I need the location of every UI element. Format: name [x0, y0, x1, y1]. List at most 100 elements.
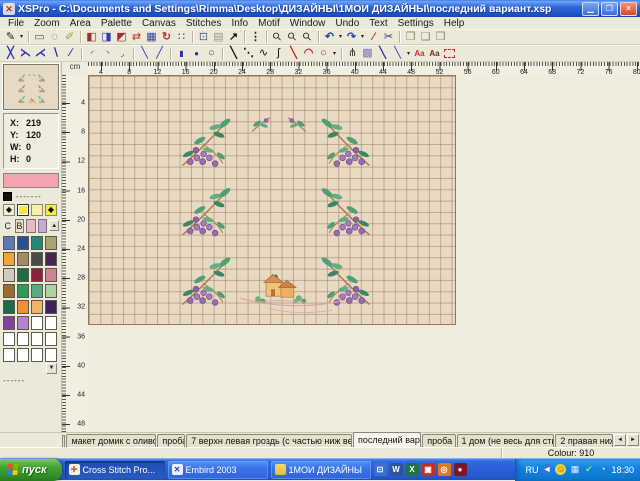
- vertical-stitch-button[interactable]: ▮: [174, 47, 189, 61]
- excel-icon[interactable]: X: [406, 463, 419, 476]
- palette-swatch-28[interactable]: [3, 348, 15, 362]
- palette-swatch-14[interactable]: [31, 284, 43, 298]
- three-quarter-stitch-1-button[interactable]: ⋋: [18, 47, 33, 61]
- menu-file[interactable]: File: [3, 18, 29, 29]
- paste-chart-button[interactable]: ❒: [433, 30, 448, 44]
- tab-3[interactable]: последний вариант: [353, 432, 421, 447]
- crop-motif-button[interactable]: ◩: [114, 30, 129, 44]
- color-mode-1[interactable]: B: [15, 219, 25, 233]
- pencil-dropdown-button[interactable]: ▾: [18, 30, 25, 44]
- current-color-swatch[interactable]: [3, 173, 59, 188]
- palette-swatch-31[interactable]: [45, 348, 57, 362]
- display-mode-button[interactable]: ⊡: [196, 30, 211, 44]
- palette-swatch-6[interactable]: [31, 252, 43, 266]
- palette-swatch-23[interactable]: [45, 316, 57, 330]
- color-mode-0[interactable]: C: [3, 219, 13, 233]
- french-knot-button[interactable]: ●: [189, 47, 204, 61]
- palette-swatch-20[interactable]: [3, 316, 15, 330]
- palette-swatch-9[interactable]: [17, 268, 29, 282]
- task-button-2[interactable]: 1МОИ ДИЗАЙНЫ: [271, 461, 371, 479]
- menu-info[interactable]: Info: [226, 18, 253, 29]
- update-tray-icon[interactable]: ◔: [597, 464, 608, 475]
- quarter-stitch-2-button[interactable]: ◝: [100, 47, 115, 61]
- gobelin-back-button[interactable]: ╲: [137, 47, 152, 61]
- palette-swatch-1[interactable]: [17, 236, 29, 250]
- language-indicator[interactable]: RU: [525, 465, 538, 475]
- menu-canvas[interactable]: Canvas: [137, 18, 181, 29]
- palette-swatch-25[interactable]: [17, 332, 29, 346]
- task-button-0[interactable]: ✛Cross Stitch Pro...: [65, 461, 165, 479]
- special-dropdown-button[interactable]: ▾: [405, 47, 412, 61]
- app-maroon-icon[interactable]: ●: [454, 463, 467, 476]
- half-stitch-back-button[interactable]: ∖: [48, 47, 63, 61]
- delete-stitches-button[interactable]: ✂: [381, 30, 396, 44]
- menu-area[interactable]: Area: [65, 18, 96, 29]
- palette-swatch-8[interactable]: [3, 268, 15, 282]
- fabric-style-0[interactable]: ◆: [3, 204, 15, 216]
- palette-swatch-29[interactable]: [17, 348, 29, 362]
- picture-import-button[interactable]: ▩: [360, 47, 375, 61]
- select-freehand-button[interactable]: ✐: [62, 30, 77, 44]
- palette-swatch-3[interactable]: [45, 236, 57, 250]
- start-button[interactable]: пуск: [0, 459, 62, 481]
- knot-tool-button[interactable]: ⋔: [345, 47, 360, 61]
- palette-swatch-16[interactable]: [3, 300, 15, 314]
- quarter-stitch-1-button[interactable]: ◜: [85, 47, 100, 61]
- select-stitch-area-button[interactable]: [442, 47, 457, 61]
- pencil-tool-button[interactable]: ✎: [3, 30, 18, 44]
- palette-scroll-down-icon[interactable]: ▼: [46, 363, 57, 374]
- menu-undo[interactable]: Undo: [330, 18, 364, 29]
- palette-swatch-15[interactable]: [45, 284, 57, 298]
- bead-button[interactable]: ○: [204, 47, 219, 61]
- show-desktop-icon[interactable]: ⊡: [374, 463, 387, 476]
- volume-tray-icon[interactable]: ▦: [569, 464, 580, 475]
- back-arrow-tray-icon[interactable]: ◄: [541, 464, 552, 475]
- palette-swatch-11[interactable]: [45, 268, 57, 282]
- curve-dropdown-button[interactable]: ▾: [331, 47, 338, 61]
- flip-vertical-button[interactable]: ◨: [99, 30, 114, 44]
- select-lasso-button[interactable]: ◌: [47, 30, 62, 44]
- palette-swatch-26[interactable]: [31, 332, 43, 346]
- backstitch-line-button[interactable]: ╲: [226, 47, 241, 61]
- messenger-tray-icon[interactable]: ☺: [555, 464, 566, 475]
- copy-chart-button[interactable]: ❐: [403, 30, 418, 44]
- palette-swatch-2[interactable]: [31, 236, 43, 250]
- curve-red-button[interactable]: ◠: [301, 47, 316, 61]
- full-cross-stitch-button[interactable]: ╳: [3, 47, 18, 61]
- menu-stitches[interactable]: Stitches: [181, 18, 227, 29]
- fabric-style-3[interactable]: ◆: [45, 204, 57, 216]
- design-preview[interactable]: [3, 64, 59, 110]
- palette-swatch-0[interactable]: [3, 236, 15, 250]
- tab-4[interactable]: проба 2: [422, 434, 455, 447]
- minimize-button[interactable]: ▁: [582, 2, 599, 16]
- tab-1[interactable]: проба: [157, 434, 185, 447]
- transform-motif-button[interactable]: ▦: [144, 30, 159, 44]
- flip-horizontal-button[interactable]: ◧: [84, 30, 99, 44]
- quarter-stitch-3-button[interactable]: ◞: [115, 47, 130, 61]
- rotate-motif-button[interactable]: ↻: [159, 30, 174, 44]
- backstitch-poly-button[interactable]: ⋱: [241, 47, 256, 61]
- redo-dropdown-button[interactable]: ▾: [359, 30, 366, 44]
- chart-info-button[interactable]: ❏: [418, 30, 433, 44]
- palette-swatch-24[interactable]: [3, 332, 15, 346]
- longstitch-red-button[interactable]: ╲: [286, 47, 301, 61]
- menu-motif[interactable]: Motif: [253, 18, 285, 29]
- redo-button[interactable]: ↷: [344, 30, 359, 44]
- task-button-1[interactable]: ✕Embird 2003: [168, 461, 268, 479]
- black-color-swatch[interactable]: [3, 192, 12, 201]
- word-icon[interactable]: W: [390, 463, 403, 476]
- menu-settings[interactable]: Settings: [393, 18, 439, 29]
- antivirus-tray-icon[interactable]: ✔: [583, 464, 594, 475]
- palette-swatch-21[interactable]: [17, 316, 29, 330]
- palette-swatch-10[interactable]: [31, 268, 43, 282]
- palette-swatch-19[interactable]: [45, 300, 57, 314]
- fabric-style-2[interactable]: [31, 204, 43, 216]
- resize-motif-button[interactable]: ⇄: [129, 30, 144, 44]
- circle-outline-button[interactable]: ○: [316, 47, 331, 61]
- close-button[interactable]: ✕: [620, 2, 637, 16]
- color-mode-3[interactable]: [38, 219, 48, 233]
- menu-palette[interactable]: Palette: [96, 18, 137, 29]
- stitch-canvas[interactable]: [88, 75, 456, 325]
- select-rectangle-button[interactable]: ▭: [32, 30, 47, 44]
- palette-swatch-12[interactable]: [3, 284, 15, 298]
